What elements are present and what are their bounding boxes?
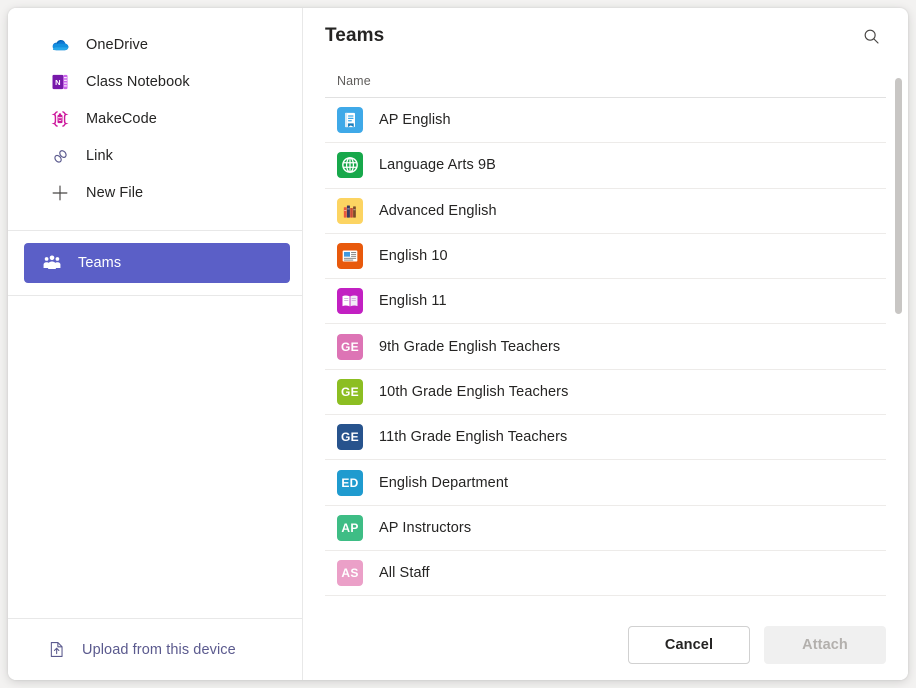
upload-document-icon (46, 638, 66, 662)
sidebar-item-new-file[interactable]: New File (20, 175, 290, 211)
document-notes-icon (337, 107, 363, 133)
sidebar-item-label: Class Notebook (86, 75, 190, 90)
upload-from-device-label: Upload from this device (82, 642, 236, 658)
list-column-header: Name (325, 64, 886, 98)
table-row[interactable]: AP AP Instructors (325, 506, 886, 551)
sidebar-item-teams[interactable]: Teams (24, 243, 290, 283)
team-name: Advanced English (379, 203, 497, 219)
teams-people-icon (40, 251, 64, 275)
sidebar-item-label: Link (86, 149, 113, 164)
avatar-initials: GE (341, 385, 359, 399)
books-icon (337, 198, 363, 224)
team-name: English 11 (379, 293, 447, 309)
team-name: All Staff (379, 565, 430, 581)
upload-from-device-button[interactable]: Upload from this device (46, 638, 236, 662)
team-name: AP English (379, 112, 451, 128)
team-name: 10th Grade English Teachers (379, 384, 568, 400)
avatar-initials: AS (341, 566, 358, 580)
sidebar-item-makecode[interactable]: MakeCode (20, 101, 290, 137)
teams-list-area: Name AP English Language Arts 9B Advanced … (303, 64, 908, 610)
avatar-initials: ED (341, 476, 358, 490)
sidebar-item-onedrive[interactable]: OneDrive (20, 27, 290, 63)
team-name: Language Arts 9B (379, 157, 496, 173)
team-name: 11th Grade English Teachers (379, 429, 567, 445)
sidebar-item-label: MakeCode (86, 112, 157, 127)
table-row[interactable]: AS All Staff (325, 551, 886, 596)
avatar-initials: GE (341, 340, 359, 354)
main-panel: Teams Name AP English Language Arts 9B Adv… (303, 8, 908, 680)
search-icon[interactable] (856, 21, 886, 51)
team-name: English Department (379, 475, 508, 491)
table-row[interactable]: English 10 (325, 234, 886, 279)
team-name: 9th Grade English Teachers (379, 339, 560, 355)
avatar: AP (337, 515, 363, 541)
table-row[interactable]: GE 11th Grade English Teachers (325, 415, 886, 460)
plus-icon (48, 181, 72, 205)
attach-file-dialog: OneDrive N Class Notebook (8, 8, 908, 680)
sidebar-footer: Upload from this device (8, 618, 302, 680)
dialog-actions: Cancel Attach (303, 610, 908, 680)
avatar: ED (337, 470, 363, 496)
attach-button[interactable]: Attach (764, 626, 886, 664)
sidebar-item-class-notebook[interactable]: N Class Notebook (20, 64, 290, 100)
avatar-initials: AP (341, 521, 358, 535)
link-chain-icon (48, 144, 72, 168)
avatar: AS (337, 560, 363, 586)
sidebar-nav-list: OneDrive N Class Notebook (8, 8, 302, 220)
avatar: GE (337, 379, 363, 405)
sidebar: OneDrive N Class Notebook (8, 8, 303, 680)
table-row[interactable]: GE 9th Grade English Teachers (325, 324, 886, 369)
table-row[interactable]: Advanced English (325, 189, 886, 234)
open-book-icon (337, 288, 363, 314)
table-row[interactable]: GE 10th Grade English Teachers (325, 370, 886, 415)
team-name: English 10 (379, 248, 448, 264)
sidebar-teams-section: Teams (8, 231, 302, 296)
teams-list: AP English Language Arts 9B Advanced Engli… (325, 98, 886, 596)
sidebar-item-label: Teams (78, 256, 121, 271)
main-header: Teams (303, 8, 908, 64)
onedrive-cloud-icon (48, 33, 72, 57)
list-scrollbar-thumb[interactable] (895, 78, 902, 314)
list-scrollbar-track[interactable] (895, 64, 902, 610)
svg-text:N: N (55, 78, 60, 87)
avatar: GE (337, 334, 363, 360)
sidebar-item-label: New File (86, 186, 143, 201)
page-title: Teams (325, 25, 384, 47)
table-row[interactable]: ED English Department (325, 460, 886, 505)
sidebar-item-link[interactable]: Link (20, 138, 290, 174)
table-row[interactable]: Language Arts 9B (325, 143, 886, 188)
newspaper-icon (337, 243, 363, 269)
makecode-icon (48, 107, 72, 131)
sidebar-item-label: OneDrive (86, 38, 148, 53)
globe-icon (337, 152, 363, 178)
cancel-button[interactable]: Cancel (628, 626, 750, 664)
onenote-notebook-icon: N (48, 70, 72, 94)
sidebar-spacer (8, 296, 302, 618)
team-name: AP Instructors (379, 520, 471, 536)
avatar: GE (337, 424, 363, 450)
table-row[interactable]: AP English (325, 98, 886, 143)
table-row[interactable]: English 11 (325, 279, 886, 324)
column-header-name: Name (337, 74, 371, 88)
avatar-initials: GE (341, 430, 359, 444)
